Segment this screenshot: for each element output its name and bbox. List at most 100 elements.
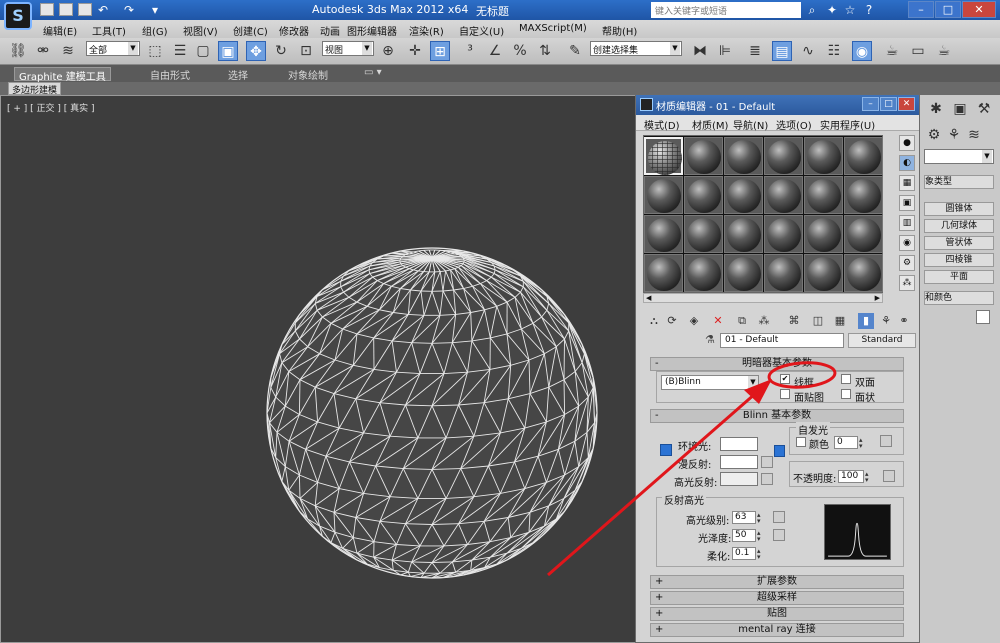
menu-customize[interactable]: 自定义(U) <box>459 23 504 38</box>
assign-to-selection-icon[interactable]: ◈ <box>686 313 702 329</box>
section-object-type[interactable]: 象类型 <box>924 175 994 189</box>
menu-edit[interactable]: 编辑(E) <box>43 23 77 38</box>
material-name-field[interactable]: 01 - Default <box>720 333 844 348</box>
geometry-icon[interactable]: ⚙ <box>924 125 944 145</box>
scroll-right-icon[interactable]: ▶ <box>875 294 880 302</box>
bind-space-warp-icon[interactable]: ≋ <box>58 41 78 61</box>
options-icon[interactable]: ⚙ <box>899 255 915 271</box>
material-sample-slot[interactable] <box>764 215 803 253</box>
glossiness-spinner[interactable]: 50 ▴ ▾ <box>732 529 761 543</box>
material-sample-slot[interactable] <box>844 176 883 214</box>
opacity-map-button[interactable] <box>883 470 895 482</box>
menu-rendering[interactable]: 渲染(R) <box>409 23 444 38</box>
render-production-icon[interactable]: ☕ <box>934 41 954 61</box>
spinner-arrows-icon[interactable]: ▴ ▾ <box>859 437 869 450</box>
align-icon[interactable]: ⊫ <box>715 41 735 61</box>
keyboard-shortcut-override-icon[interactable]: ⊞ <box>430 41 450 61</box>
specular-level-spinner[interactable]: 63 ▴ ▾ <box>732 511 761 525</box>
get-material-icon[interactable]: ⛬ <box>646 313 662 329</box>
geosphere-button[interactable]: 几何球体 <box>924 219 994 233</box>
mirror-icon[interactable]: ⧓ <box>690 41 710 61</box>
select-by-material-icon[interactable]: ⁂ <box>899 275 915 291</box>
diffuse-map-button[interactable] <box>761 456 773 468</box>
mental-ray-rollout-header[interactable]: + mental ray 连接 <box>650 623 904 637</box>
diffuse-color-swatch[interactable] <box>720 455 758 469</box>
make-copy-icon[interactable]: ⧉ <box>734 313 750 329</box>
show-map-icon[interactable]: ▦ <box>832 313 848 329</box>
ribbon-options-icon[interactable]: ▭ ▾ <box>360 67 386 81</box>
material-sample-slot[interactable] <box>724 215 763 253</box>
display-panel-icon[interactable]: ▣ <box>950 99 970 119</box>
utilities-panel-icon[interactable]: ⚒ <box>974 99 994 119</box>
snaps-toggle-icon[interactable]: ³ <box>460 41 480 61</box>
material-sample-slot[interactable] <box>724 176 763 214</box>
reset-map-icon[interactable]: ✕ <box>710 313 726 329</box>
link-icon[interactable]: ⛓ <box>8 41 28 61</box>
select-rotate-icon[interactable]: ↻ <box>271 41 291 61</box>
wireframe-sphere[interactable] <box>262 243 602 583</box>
menu-maxscript[interactable]: MAXScript(M) <box>519 23 587 34</box>
scroll-left-icon[interactable]: ◀ <box>646 294 651 302</box>
tab-selection[interactable]: 选择 <box>224 67 252 82</box>
make-unique-icon[interactable]: ⁂ <box>756 313 772 329</box>
close-button[interactable]: ✕ <box>962 1 996 18</box>
video-color-check-icon[interactable]: ▥ <box>899 215 915 231</box>
lock-diffuse-map-icon[interactable] <box>774 445 785 457</box>
material-id-channel-icon[interactable]: ◫ <box>810 313 826 329</box>
shader-type-select[interactable]: (B)Blinn ▼ <box>661 375 759 390</box>
material-sample-slot[interactable] <box>764 176 803 214</box>
me-menu-navigation[interactable]: 导航(N) <box>733 117 768 132</box>
percent-snap-icon[interactable]: % <box>510 41 530 61</box>
material-type-button[interactable]: Standard <box>848 333 916 348</box>
ambient-color-swatch[interactable] <box>720 437 758 451</box>
me-close-button[interactable]: ✕ <box>898 97 915 111</box>
spinner-arrows-icon[interactable]: ▴ ▾ <box>757 548 767 561</box>
faceted-checkbox[interactable] <box>841 389 851 399</box>
object-category-select[interactable]: ▼ <box>924 149 994 164</box>
search-icon[interactable]: ⌕ <box>805 3 819 17</box>
pyramid-button[interactable]: 四棱锥 <box>924 253 994 267</box>
put-to-scene-icon[interactable]: ⟳ <box>664 313 680 329</box>
spinner-arrows-icon[interactable]: ▴ ▾ <box>757 530 767 543</box>
wire-checkbox[interactable]: ✔ <box>780 374 790 384</box>
help-icon[interactable]: ? <box>862 3 876 17</box>
show-end-result-icon[interactable]: ▮ <box>858 313 874 329</box>
edit-named-selection-icon[interactable]: ✎ <box>565 41 585 61</box>
material-sample-slot[interactable] <box>804 176 843 214</box>
pick-material-icon[interactable]: ⚗ <box>705 333 719 347</box>
menu-animation[interactable]: 动画 <box>320 23 340 38</box>
material-sample-slot[interactable] <box>844 254 883 292</box>
search-input[interactable]: 键入关键字或短语 <box>651 2 801 18</box>
redo-icon[interactable]: ↷ <box>122 3 136 17</box>
curve-editor-icon[interactable]: ∿ <box>798 41 818 61</box>
material-sample-slot[interactable] <box>684 215 723 253</box>
undo-icon[interactable]: ↶ <box>96 3 110 17</box>
tube-button[interactable]: 管状体 <box>924 236 994 250</box>
viewport-label[interactable]: [ + ] [ 正交 ] [ 真实 ] <box>7 101 95 114</box>
plane-button[interactable]: 平面 <box>924 270 994 284</box>
select-move-icon[interactable]: ✥ <box>246 41 266 61</box>
menu-views[interactable]: 视图(V) <box>183 23 218 38</box>
menu-group[interactable]: 组(G) <box>142 23 168 38</box>
pivot-center-icon[interactable]: ⊕ <box>378 41 398 61</box>
cone-button[interactable]: 圆锥体 <box>924 202 994 216</box>
material-sample-slot[interactable] <box>644 176 683 214</box>
material-sample-slot[interactable] <box>804 215 843 253</box>
me-menu-utilities[interactable]: 实用程序(U) <box>820 117 875 132</box>
rect-selection-icon[interactable]: ▢ <box>193 41 213 61</box>
create-panel-icon[interactable]: ✱ <box>926 99 946 119</box>
material-sample-slot[interactable] <box>844 215 883 253</box>
material-sample-slot[interactable] <box>684 254 723 292</box>
material-sample-slot[interactable] <box>764 254 803 292</box>
render-setup-icon[interactable]: ☕ <box>882 41 902 61</box>
select-scale-icon[interactable]: ⊡ <box>296 41 316 61</box>
me-maximize-button[interactable]: □ <box>880 97 897 111</box>
window-crossing-icon[interactable]: ▣ <box>218 41 238 61</box>
material-sample-slot[interactable] <box>844 137 883 175</box>
lock-ambient-diffuse-icon[interactable] <box>660 444 672 456</box>
go-to-parent-icon[interactable]: ⚘ <box>878 313 894 329</box>
menu-help[interactable]: 帮助(H) <box>602 23 637 38</box>
menu-graph-editors[interactable]: 图形编辑器 <box>347 23 397 38</box>
blinn-params-rollout-header[interactable]: - Blinn 基本参数 <box>650 409 904 423</box>
opacity-spinner[interactable]: 100 ▴ ▾ <box>838 470 869 484</box>
